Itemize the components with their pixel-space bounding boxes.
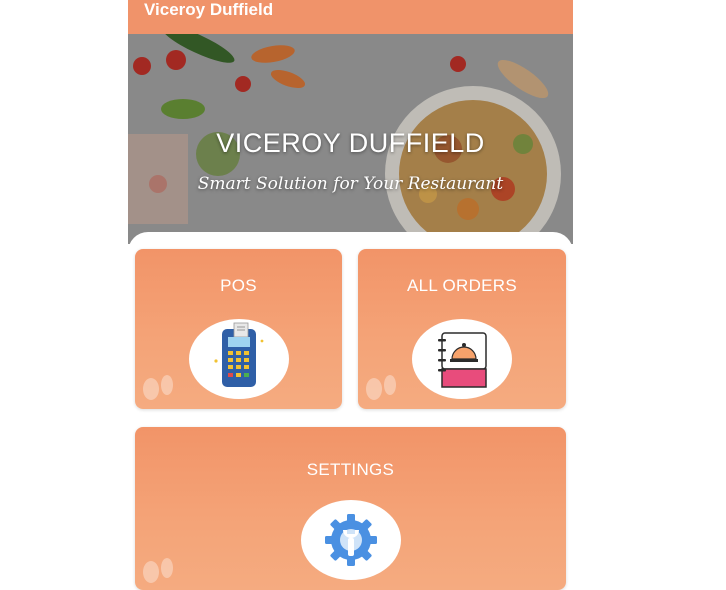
- pos-icon-circle: [188, 319, 289, 399]
- pos-card[interactable]: POS: [135, 249, 342, 409]
- all-orders-icon-circle: [412, 319, 512, 399]
- pos-label: POS: [220, 276, 257, 295]
- settings-card[interactable]: SETTINGS: [135, 427, 566, 590]
- hero-title: VICEROY DUFFIELD: [216, 128, 485, 158]
- all-orders-label: ALL ORDERS: [406, 276, 518, 295]
- hero-banner: VICEROY DUFFIELD Smart Solution for Your…: [128, 34, 573, 244]
- food-watermark-icon: [143, 375, 173, 400]
- hero-subtitle: Smart Solution for Your Restaurant: [197, 174, 504, 194]
- food-watermark-icon: [366, 375, 396, 400]
- app-bar-title: Viceroy Duffield: [144, 0, 274, 19]
- app-screen: Viceroy Duffield VICEROY DUFFIELD Smart …: [128, 0, 573, 590]
- gear-wrench-icon: [324, 514, 377, 566]
- card-terminal-icon: [213, 322, 263, 387]
- app-bar: Viceroy Duffield: [128, 0, 573, 34]
- menu-panel: POS ALL ORDERS SETTINGS: [128, 232, 573, 590]
- all-orders-card[interactable]: ALL ORDERS: [358, 249, 566, 409]
- food-watermark-icon: [143, 558, 173, 583]
- settings-icon-circle: [300, 500, 401, 580]
- menu-book-cloche-icon: [438, 332, 487, 388]
- settings-label: SETTINGS: [306, 460, 395, 479]
